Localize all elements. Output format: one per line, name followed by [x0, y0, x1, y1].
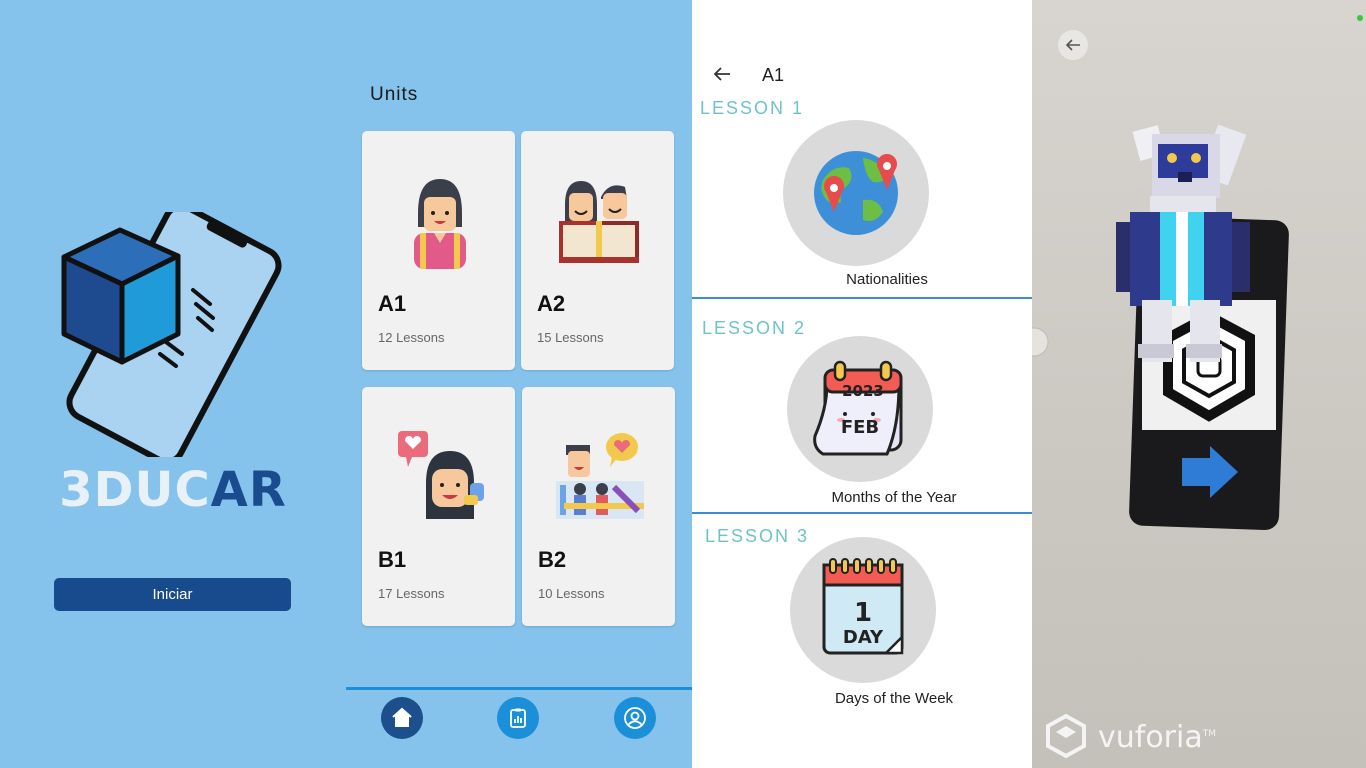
people-heart-icon [556, 433, 644, 519]
lesson-1-button[interactable] [783, 120, 929, 266]
calendar-text: DAY [843, 627, 884, 648]
lesson-label: LESSON 1 [700, 98, 805, 118]
profile-icon [624, 707, 646, 729]
unit-lesson-count: 10 Lessons [538, 586, 605, 601]
back-arrow-icon[interactable] [712, 64, 732, 84]
unit-card-b1[interactable]: B1 17 Lessons [362, 387, 515, 626]
separator [692, 512, 1032, 514]
unit-level: B2 [538, 547, 567, 572]
unit-level: B1 [378, 547, 407, 572]
start-button[interactable]: Iniciar [54, 578, 291, 611]
nav-profile-button[interactable] [614, 697, 656, 739]
logo-text-light: 3DUC [59, 462, 211, 518]
reading-book-icon [559, 181, 639, 263]
calendar-number: 1 [854, 598, 872, 628]
units-screen: Units A1 12 Lessons A2 15 Lessons B1 17 … [346, 0, 692, 768]
vuforia-text: vuforia [1098, 720, 1203, 755]
nav-report-button[interactable] [497, 697, 539, 739]
calendar-year: 2023 [842, 382, 884, 400]
app-logo-text: 3DUCAR [0, 462, 346, 518]
unit-lesson-count: 15 Lessons [537, 330, 604, 345]
unit-level: A1 [378, 291, 407, 316]
unit-lesson-count: 17 Lessons [378, 586, 445, 601]
nav-home-button[interactable] [381, 697, 423, 739]
separator [692, 297, 1032, 299]
logo-text-dark: AR [210, 462, 287, 518]
lesson-name: Months of the Year [831, 489, 957, 506]
ar-scene [1032, 124, 1289, 759]
calendar-feb-icon: 2023 FEB [813, 360, 903, 456]
lessons-screen: A1 LESSON 1 Nationalities LESSON 2 2023 … [692, 0, 1032, 768]
splash-screen: 3DUCAR Iniciar [0, 0, 346, 768]
calendar-day-icon: 1 DAY [822, 558, 904, 655]
unit-card-a2[interactable]: A2 15 Lessons [521, 131, 674, 370]
lesson-3-button[interactable]: 1 DAY [790, 537, 936, 683]
lesson-2-button[interactable]: 2023 FEB [787, 336, 933, 482]
vuforia-watermark: vuforiaTM [1098, 720, 1216, 755]
home-icon [392, 707, 412, 727]
app-logo-icon [61, 212, 282, 457]
unit-card-a1[interactable]: A1 12 Lessons [362, 131, 515, 370]
report-icon [510, 708, 526, 728]
vuforia-tm: TM [1202, 729, 1217, 739]
unit-card-b2[interactable]: B2 10 Lessons [522, 387, 675, 626]
unit-lesson-count: 12 Lessons [378, 330, 445, 345]
calendar-month: FEB [841, 417, 879, 438]
page-title: Units [370, 84, 419, 105]
ar-camera-view: vuforiaTM [1032, 0, 1366, 768]
lesson-name: Nationalities [846, 271, 928, 288]
page-title: A1 [762, 65, 785, 85]
girl-speech-heart-icon [398, 431, 484, 519]
girl-icon [414, 179, 466, 269]
unit-level: A2 [537, 291, 566, 316]
globe-pins-icon [814, 151, 898, 235]
lesson-name: Days of the Week [834, 690, 954, 707]
